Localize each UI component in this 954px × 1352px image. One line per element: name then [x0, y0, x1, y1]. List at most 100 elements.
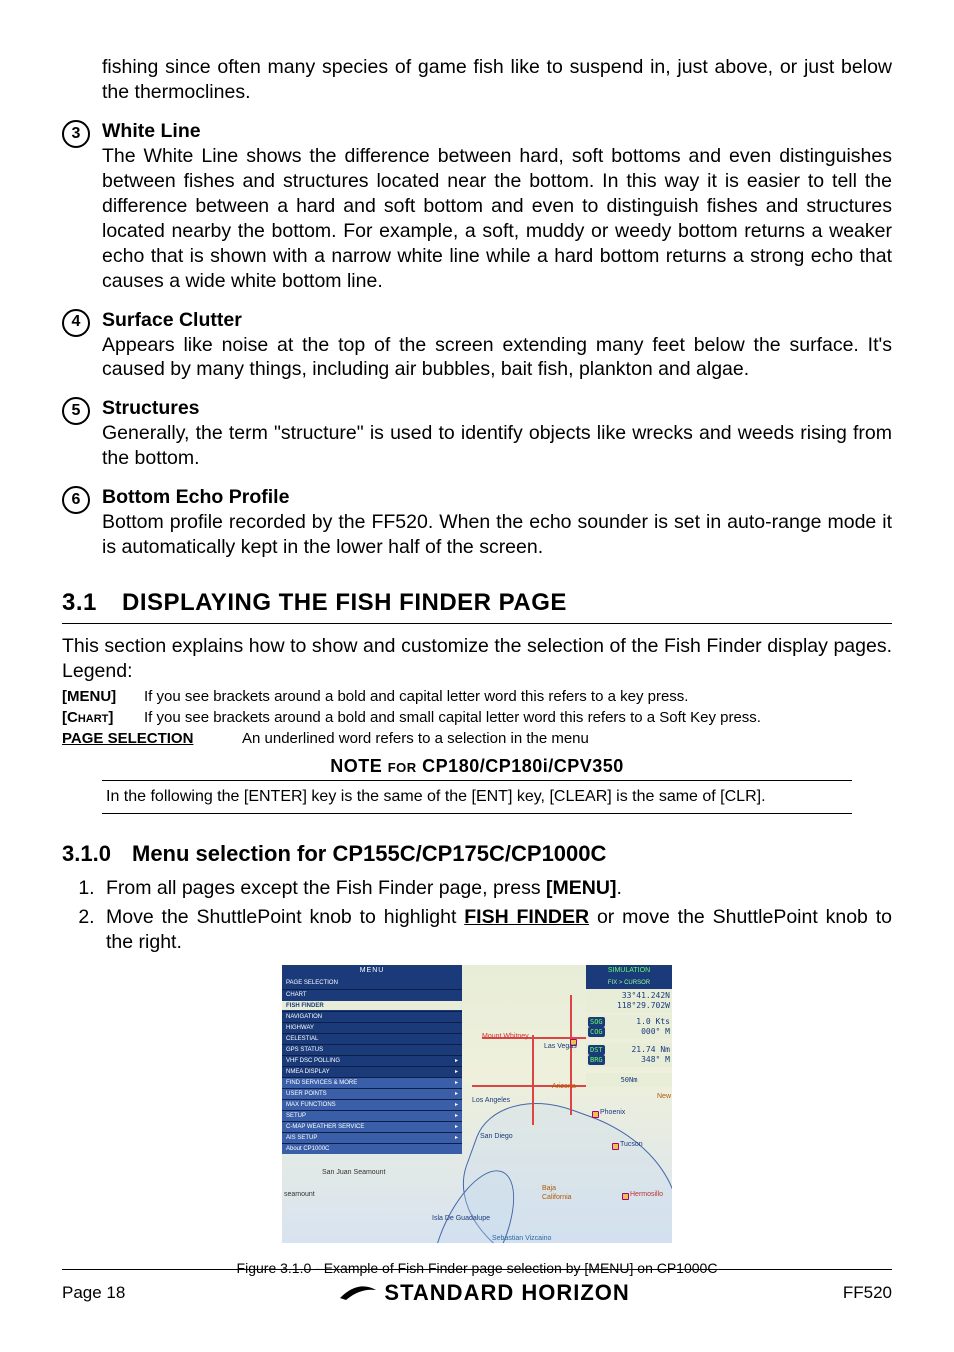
sog-tag: SOG: [588, 1017, 605, 1027]
label-guadalupe: Isla De Guadalupe: [432, 1215, 490, 1224]
label-sanjuan: San Juan Seamount: [322, 1169, 385, 1178]
page-number: Page 18: [62, 1283, 125, 1303]
item-4-title: Surface Clutter: [102, 308, 892, 333]
item-4: 4 Surface Clutter Appears like noise at …: [62, 308, 892, 383]
legend-body-pagesel: An underlined word refers to a selection…: [222, 728, 892, 749]
legend-body-menu: If you see brackets around a bold and ca…: [144, 686, 892, 707]
shot-row-userpts-text: USER POINTS: [286, 1091, 327, 1097]
legend-row-pagesel: PAGE SELECTION An underlined word refers…: [62, 728, 892, 749]
circled-4: 4: [62, 309, 90, 337]
shot-row-setup-text: SETUP: [286, 1113, 306, 1119]
item-3-title: White Line: [102, 119, 892, 144]
road-3: [570, 995, 572, 1115]
note-box: In the following the [ENTER] key is the …: [102, 780, 852, 814]
shot-row-vhf-text: VHF DSC POLLING: [286, 1058, 340, 1064]
circled-3: 3: [62, 120, 90, 148]
section-3-1-title: DISPLAYING THE FISH FINDER PAGE: [122, 589, 567, 616]
brg-tag: BRG: [588, 1055, 605, 1065]
shot-row-ais: AIS SETUP▸: [282, 1132, 462, 1143]
note-title: NOTE for CP180/CP180i/CPV350: [62, 755, 892, 778]
screenshot: MENU PAGE SELECTION CHART FISH FINDER NA…: [282, 965, 672, 1243]
label-newmexico: New: [657, 1093, 671, 1102]
shot-row-about: About CP1000C: [282, 1143, 462, 1154]
label-sd: San Diego: [480, 1133, 513, 1142]
shot-row-vhf: VHF DSC POLLING▸: [282, 1055, 462, 1066]
shot-dst: 21.74 Nm: [631, 1045, 670, 1055]
legend-row-menu: [MENU] If you see brackets around a bold…: [62, 686, 892, 707]
shot-row-ais-text: AIS SETUP: [286, 1135, 317, 1141]
shot-row-navigation: NAVIGATION: [282, 1011, 462, 1022]
label-mtwhitney: Mount Whitney: [482, 1033, 529, 1042]
item-6-body: Bottom profile recorded by the FF520. Wh…: [102, 510, 892, 560]
step-1-c: .: [616, 877, 621, 899]
footer-model: FF520: [843, 1283, 892, 1303]
shot-page-selection: PAGE SELECTION: [282, 977, 462, 989]
circled-5: 5: [62, 397, 90, 425]
dst-tag: DST: [588, 1045, 605, 1055]
shot-row-gps: GPS STATUS: [282, 1044, 462, 1055]
section-3-1-heading: 3.1DISPLAYING THE FISH FINDER PAGE: [62, 588, 892, 624]
brand-logo: STANDARD HORIZON: [338, 1280, 629, 1306]
legend-key-chart: [Chart]: [62, 707, 144, 728]
road-4: [532, 1035, 534, 1125]
shot-fix-cursor: FIX > CURSOR: [586, 977, 672, 989]
item-5: 5 Structures Generally, the term "struct…: [62, 396, 892, 471]
shot-row-celestial: CELESTIAL: [282, 1033, 462, 1044]
shot-row-find-text: FIND SERVICES & MORE: [286, 1080, 357, 1086]
subsection-3-1-0-heading: 3.1.0Menu selection for CP155C/CP175C/CP…: [62, 840, 892, 868]
shot-row-nmea: NMEA DISPLAY▸: [282, 1066, 462, 1077]
note-title-for: for: [388, 756, 417, 776]
shot-row-nmea-text: NMEA DISPLAY: [286, 1069, 330, 1075]
shot-row-highway: HIGHWAY: [282, 1022, 462, 1033]
note-body: In the following the [ENTER] key is the …: [106, 787, 848, 807]
step-2-a: Move the ShuttlePoint knob to highlight: [106, 906, 464, 928]
footer: Page 18 STANDARD HORIZON FF520: [62, 1269, 892, 1306]
section-3-1-intro: This section explains how to show and cu…: [62, 634, 892, 684]
label-la: Los Angeles: [472, 1097, 510, 1106]
legend-body-chart: If you see brackets around a bold and sm…: [144, 707, 892, 728]
shot-row-cmap: C-MAP WEATHER SERVICE▸: [282, 1121, 462, 1132]
step-1-a: From all pages except the Fish Finder pa…: [106, 877, 546, 899]
label-hermosillo: Hermosillo: [630, 1191, 663, 1200]
label-baja: Baja California: [542, 1185, 572, 1203]
item-3-body: The White Line shows the difference betw…: [102, 144, 892, 294]
intro-continuation: fishing since often many species of game…: [102, 55, 892, 105]
label-seamount: seamount: [284, 1191, 315, 1200]
legend-key-pagesel: PAGE SELECTION: [62, 728, 222, 749]
shot-sog: 1.0 Kts: [636, 1017, 670, 1027]
city-hermosillo-icon: [622, 1193, 629, 1200]
label-arizona: Arizona: [552, 1083, 576, 1092]
item-4-body: Appears like noise at the top of the scr…: [102, 333, 892, 383]
note-title-pre: NOTE: [330, 756, 388, 776]
shot-scale: 50Nm: [586, 1073, 672, 1087]
item-5-body: Generally, the term "structure" is used …: [102, 421, 892, 471]
label-tucson: Tucson: [620, 1141, 643, 1150]
item-3: 3 White Line The White Line shows the di…: [62, 119, 892, 294]
city-phoenix-icon: [592, 1111, 599, 1118]
shot-row-chart: CHART: [282, 989, 462, 1000]
note-title-post: CP180/CP180i/CPV350: [417, 756, 624, 776]
shot-menu-title: MENU: [282, 965, 462, 977]
shot-row-userpts: USER POINTS▸: [282, 1088, 462, 1099]
shot-cog: 000° M: [641, 1027, 670, 1037]
subsection-3-1-0-title: Menu selection for CP155C/CP175C/CP1000C: [132, 841, 606, 866]
shot-brg: 348° M: [641, 1055, 670, 1065]
figure-wrap: MENU PAGE SELECTION CHART FISH FINDER NA…: [62, 965, 892, 1278]
shot-row-fishfinder: FISH FINDER: [282, 1000, 462, 1011]
legend-key-menu: [MENU]: [62, 686, 144, 707]
shot-row-max: MAX FUNCTIONS▸: [282, 1099, 462, 1110]
item-6-title: Bottom Echo Profile: [102, 485, 892, 510]
step-2: Move the ShuttlePoint knob to highlight …: [100, 905, 892, 955]
subsection-3-1-0-num: 3.1.0: [62, 840, 132, 868]
shot-row-find: FIND SERVICES & MORE▸: [282, 1077, 462, 1088]
item-6: 6 Bottom Echo Profile Bottom profile rec…: [62, 485, 892, 560]
shot-row-setup: SETUP▸: [282, 1110, 462, 1121]
shot-dst-brg: DST 21.74 Nm BRG 348° M: [586, 1043, 672, 1067]
shot-lon: 118°29.702W: [588, 1001, 670, 1011]
shot-latlon: 33°41.242N 118°29.702W: [586, 989, 672, 1013]
brand-swoosh-icon: [338, 1284, 378, 1302]
step-2-b: FISH FINDER: [464, 906, 589, 928]
shot-row-max-text: MAX FUNCTIONS: [286, 1102, 336, 1108]
item-5-title: Structures: [102, 396, 892, 421]
shot-row-cmap-text: C-MAP WEATHER SERVICE: [286, 1124, 364, 1130]
